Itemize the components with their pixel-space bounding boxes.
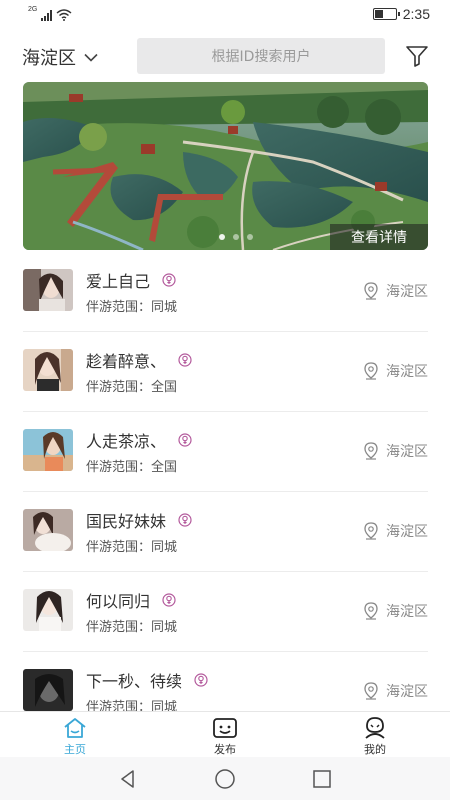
avatar[interactable] [23,669,73,711]
location-pin-icon [364,522,378,540]
home-circle-icon[interactable] [214,768,236,790]
filter-icon[interactable] [404,44,430,68]
user-name: 下一秒、待续 [86,672,183,691]
location-text: 海淀区 [386,604,428,620]
female-icon [194,673,208,687]
name-row: 何以同归 [86,588,176,612]
view-details-button[interactable]: 查看详情 [330,224,428,250]
location: 海淀区 [364,681,428,701]
user-name: 趁着醉意、 [86,352,167,371]
location: 海淀区 [364,361,428,381]
banner-carousel[interactable]: 查看详情 [23,82,428,250]
avatar[interactable] [23,269,73,311]
battery-icon [372,8,400,20]
location-text: 海淀区 [386,364,428,380]
travel-scope: 伴游范围：同城 [86,300,178,315]
region-label: 海淀区 [22,48,76,69]
tab-mine-label: 我的 [364,743,386,756]
location-text: 海淀区 [386,284,428,300]
avatar[interactable] [23,429,73,471]
location: 海淀区 [364,601,428,621]
status-bar: 2G 2:35 [0,0,450,30]
name-row: 爱上自己 [86,268,176,292]
carousel-dot[interactable] [247,234,253,240]
name-row: 下一秒、待续 [86,668,208,692]
tab-home-label: 主页 [64,743,86,756]
female-icon [178,433,192,447]
tab-publish[interactable]: 发布 [150,712,300,757]
avatar[interactable] [23,509,73,551]
tab-mine[interactable]: 我的 [300,712,450,757]
status-right: 2:35 [372,6,430,22]
user-name: 何以同归 [86,592,151,611]
list-item[interactable]: 爱上自己 伴游范围：同城 海淀区 [0,252,450,332]
carousel-dot[interactable] [219,234,225,240]
name-row: 国民好妹妹 [86,508,192,532]
location-pin-icon [364,282,378,300]
home-icon [64,718,86,738]
location: 海淀区 [364,441,428,461]
search-input[interactable]: 根据ID搜索用户 [137,38,385,74]
female-icon [178,353,192,367]
location: 海淀区 [364,521,428,541]
carousel-dots [219,234,253,240]
wifi-icon [56,9,72,21]
status-left: 2G [28,6,72,21]
user-name: 人走茶凉、 [86,432,167,451]
location-pin-icon [364,442,378,460]
clock: 2:35 [402,6,430,22]
back-icon[interactable] [117,768,139,790]
chevron-down-icon [84,53,98,62]
travel-scope: 伴游范围：全国 [86,380,178,395]
location-pin-icon [364,362,378,380]
network-type: 2G [28,6,38,13]
name-row: 趁着醉意、 [86,348,192,372]
recents-icon[interactable] [311,768,333,790]
female-icon [162,593,176,607]
avatar[interactable] [23,589,73,631]
profile-icon [365,717,385,739]
region-selector[interactable]: 海淀区 [22,44,98,70]
travel-scope: 伴游范围：同城 [86,540,178,555]
publish-icon [213,718,237,738]
bottom-nav: 主页 发布 我的 [0,711,450,757]
name-row: 人走茶凉、 [86,428,192,452]
system-nav-bar [0,757,450,800]
location-pin-icon [364,682,378,700]
location: 海淀区 [364,281,428,301]
location-text: 海淀区 [386,524,428,540]
list-item[interactable]: 趁着醉意、 伴游范围：全国 海淀区 [0,332,450,412]
travel-scope: 伴游范围：全国 [86,460,178,475]
travel-scope: 伴游范围：同城 [86,620,178,635]
female-icon [178,513,192,527]
location-pin-icon [364,602,378,620]
carousel-dot[interactable] [233,234,239,240]
avatar[interactable] [23,349,73,391]
location-text: 海淀区 [386,444,428,460]
tab-home[interactable]: 主页 [0,712,150,757]
user-name: 爱上自己 [86,272,151,291]
header: 海淀区 根据ID搜索用户 [0,36,450,76]
signal-icon [41,9,53,21]
tab-publish-label: 发布 [214,743,236,756]
search-placeholder: 根据ID搜索用户 [211,49,311,65]
female-icon [162,273,176,287]
list-item[interactable]: 何以同归 伴游范围：同城 海淀区 [0,572,450,652]
user-list: 爱上自己 伴游范围：同城 海淀区 趁着醉意、 伴游范围：全国 海淀区 人走茶凉、 [0,252,450,732]
list-item[interactable]: 人走茶凉、 伴游范围：全国 海淀区 [0,412,450,492]
list-item[interactable]: 国民好妹妹 伴游范围：同城 海淀区 [0,492,450,572]
location-text: 海淀区 [386,684,428,700]
user-name: 国民好妹妹 [86,512,167,531]
